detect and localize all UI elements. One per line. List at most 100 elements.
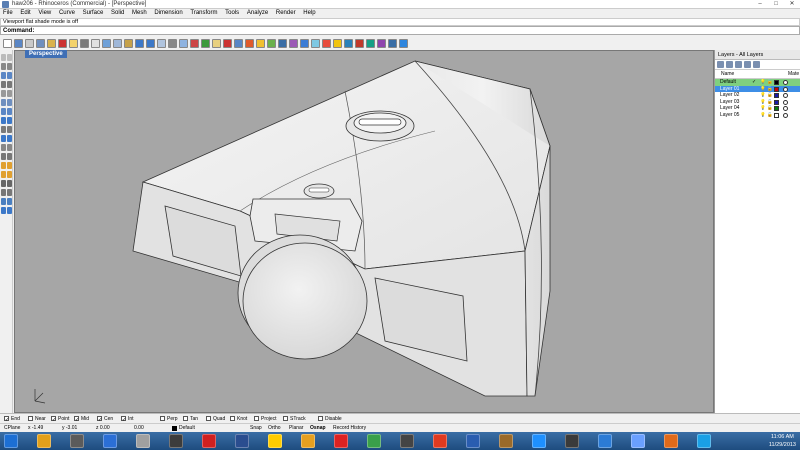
sidebar-tool-icon[interactable]: [1, 108, 6, 115]
menu-view[interactable]: View: [35, 9, 54, 18]
taskbar-app-icon[interactable]: [301, 434, 315, 448]
command-input[interactable]: Command:: [0, 26, 800, 35]
sidebar-tool-icon[interactable]: [7, 153, 12, 160]
layer-material-swatch[interactable]: [783, 86, 788, 92]
toolbar-tool-icon[interactable]: [234, 38, 243, 48]
toolbar-tool-icon[interactable]: [47, 38, 56, 48]
perspective-viewport[interactable]: [14, 50, 714, 413]
menu-solid[interactable]: Solid: [108, 9, 127, 18]
toolbar-tool-icon[interactable]: [333, 38, 342, 48]
sidebar-tool-icon[interactable]: [7, 171, 12, 178]
sidebar-tool-icon[interactable]: [1, 81, 6, 88]
toolbar-tool-icon[interactable]: [3, 38, 12, 48]
visibility-bulb-icon[interactable]: 💡: [760, 99, 766, 105]
lock-icon[interactable]: 🔓: [767, 92, 773, 98]
sidebar-tool-icon[interactable]: [1, 153, 6, 160]
toolbar-tool-icon[interactable]: [344, 38, 353, 48]
filter-icon[interactable]: [753, 61, 760, 68]
sidebar-tool-icon[interactable]: [1, 63, 6, 70]
toolbar-tool-icon[interactable]: [223, 38, 232, 48]
visibility-bulb-icon[interactable]: 💡: [760, 105, 766, 111]
sidebar-tool-icon[interactable]: [7, 207, 12, 214]
move-down-icon[interactable]: [744, 61, 751, 68]
taskbar-app-icon[interactable]: [169, 434, 183, 448]
layer-color-swatch[interactable]: [774, 99, 779, 105]
layer-color-swatch[interactable]: [774, 93, 779, 98]
menu-curve[interactable]: Curve: [56, 9, 78, 18]
layer-material-swatch[interactable]: [783, 106, 788, 111]
taskbar-app-icon[interactable]: [235, 434, 249, 448]
sidebar-tool-icon[interactable]: [1, 171, 6, 178]
toolbar-tool-icon[interactable]: [80, 38, 89, 48]
start-button-icon[interactable]: [4, 434, 18, 448]
move-up-icon[interactable]: [735, 61, 742, 68]
toolbar-tool-icon[interactable]: [278, 38, 287, 48]
toolbar-tool-icon[interactable]: [36, 38, 45, 48]
sidebar-tool-icon[interactable]: [7, 117, 12, 124]
lock-icon[interactable]: 🔓: [767, 112, 773, 118]
taskbar-app-icon[interactable]: [499, 434, 513, 448]
taskbar-app-icon[interactable]: [334, 434, 348, 448]
layer-material-swatch[interactable]: [783, 93, 788, 98]
toolbar-tool-icon[interactable]: [179, 38, 188, 48]
toolbar-tool-icon[interactable]: [113, 38, 122, 48]
visibility-bulb-icon[interactable]: 💡: [760, 79, 766, 85]
sidebar-tool-icon[interactable]: [1, 90, 6, 97]
taskbar-app-icon[interactable]: [631, 434, 645, 448]
sidebar-tool-icon[interactable]: [1, 207, 6, 214]
osnap-checkbox[interactable]: [28, 416, 33, 422]
layer-material-swatch[interactable]: [783, 99, 788, 105]
menu-dimension[interactable]: Dimension: [151, 9, 185, 18]
toolbar-tool-icon[interactable]: [245, 38, 254, 48]
sidebar-tool-icon[interactable]: [7, 108, 12, 115]
sidebar-tool-icon[interactable]: [7, 54, 12, 61]
osnap-checkbox[interactable]: [121, 415, 126, 425]
taskbar-app-icon[interactable]: [466, 434, 480, 448]
taskbar-app-icon[interactable]: [400, 434, 414, 448]
close-button[interactable]: ✕: [784, 0, 800, 8]
toolbar-tool-icon[interactable]: [377, 38, 386, 48]
menu-file[interactable]: File: [0, 9, 16, 18]
toolbar-tool-icon[interactable]: [201, 38, 210, 48]
lock-icon[interactable]: 🔓: [767, 105, 773, 111]
sidebar-tool-icon[interactable]: [7, 144, 12, 151]
taskbar-app-icon[interactable]: [70, 434, 84, 448]
sidebar-tool-icon[interactable]: [1, 99, 6, 106]
toolbar-tool-icon[interactable]: [300, 38, 309, 48]
menu-analyze[interactable]: Analyze: [244, 9, 271, 18]
layer-row[interactable]: Layer 05 💡 🔓: [715, 111, 800, 118]
toolbar-tool-icon[interactable]: [157, 38, 166, 48]
sidebar-tool-icon[interactable]: [7, 162, 12, 169]
menu-render[interactable]: Render: [273, 9, 299, 18]
osnap-checkbox[interactable]: [318, 416, 323, 422]
layer-color-swatch[interactable]: [774, 106, 779, 111]
layer-material-swatch[interactable]: [783, 112, 788, 118]
sidebar-tool-icon[interactable]: [7, 180, 12, 187]
toolbar-tool-icon[interactable]: [289, 38, 298, 48]
osnap-checkbox[interactable]: [4, 415, 9, 425]
sidebar-tool-icon[interactable]: [1, 198, 6, 205]
osnap-checkbox[interactable]: [74, 415, 79, 425]
toolbar-tool-icon[interactable]: [267, 38, 276, 48]
osnap-checkbox[interactable]: [254, 416, 259, 422]
sidebar-tool-icon[interactable]: [7, 126, 12, 133]
menu-mesh[interactable]: Mesh: [129, 9, 150, 18]
menu-transform[interactable]: Transform: [187, 9, 220, 18]
taskbar-app-icon[interactable]: [367, 434, 381, 448]
sidebar-tool-icon[interactable]: [7, 99, 12, 106]
sidebar-tool-icon[interactable]: [1, 180, 6, 187]
toolbar-tool-icon[interactable]: [355, 38, 364, 48]
toolbar-tool-icon[interactable]: [58, 38, 67, 48]
layer-color-swatch[interactable]: [774, 112, 779, 118]
taskbar-app-icon[interactable]: [565, 434, 579, 448]
toolbar-tool-icon[interactable]: [399, 38, 408, 48]
toolbar-tool-icon[interactable]: [14, 38, 23, 48]
menu-tools[interactable]: Tools: [222, 9, 242, 18]
sidebar-tool-icon[interactable]: [7, 81, 12, 88]
sidebar-tool-icon[interactable]: [7, 72, 12, 79]
osnap-checkbox[interactable]: [97, 415, 102, 425]
sidebar-tool-icon[interactable]: [7, 90, 12, 97]
sidebar-tool-icon[interactable]: [1, 117, 6, 124]
toolbar-tool-icon[interactable]: [102, 38, 111, 48]
sidebar-tool-icon[interactable]: [7, 198, 12, 205]
